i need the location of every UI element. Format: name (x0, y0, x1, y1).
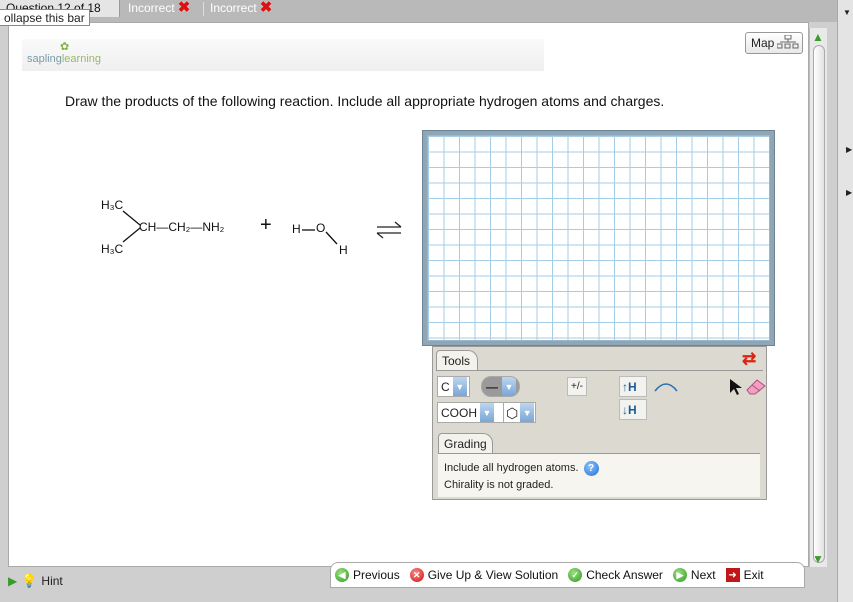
check-icon: ✓ (568, 568, 583, 582)
drawing-canvas[interactable] (427, 135, 770, 341)
add-hydrogen-button[interactable]: ↑H (619, 376, 647, 397)
previous-icon: ◀ (335, 568, 349, 582)
template-value: COOH (441, 405, 477, 420)
scrollbar[interactable]: ▲ ▼ (809, 28, 827, 568)
chevron-down-icon: ▼ (480, 403, 494, 422)
tools-panel: Tools ⇄ C ▼ — ▼ +/- ↑H ↓H COOH ▼ ⬡ ▼ Gra… (432, 346, 767, 500)
scroll-up-icon[interactable]: ▲ (812, 30, 824, 44)
bond-dropdown[interactable]: — ▼ (481, 376, 520, 397)
status-label: Incorrect (128, 1, 175, 15)
map-button[interactable]: Map (745, 32, 803, 54)
status-label: Incorrect (210, 1, 257, 15)
plus-sign: + (260, 214, 272, 236)
chevron-down-icon: ▼ (452, 377, 467, 396)
grading-line-2: Chirality is not graded. (444, 479, 554, 491)
grading-hydrogen-text: Include all hydrogen atoms. (444, 462, 579, 474)
hint-button[interactable]: ▶ 💡 Hint (8, 573, 63, 589)
arrow-tool-icon[interactable] (653, 377, 679, 395)
exit-label: Exit (743, 568, 764, 582)
next-button[interactable]: ▶ Next (672, 568, 716, 582)
element-value: C (441, 379, 450, 394)
reaction-scheme: H₃C CH—CH₂—NH₂ H₃C + H O H (9, 23, 429, 323)
eraser-icon[interactable] (745, 377, 767, 396)
element-dropdown[interactable]: C ▼ (437, 376, 470, 397)
previous-label: Previous (353, 568, 400, 582)
equilibrium-arrow-icon (376, 221, 402, 239)
next-icon: ▶ (672, 568, 687, 582)
chevron-right-icon[interactable]: ▶ (846, 145, 852, 154)
chevron-down-icon[interactable]: ▼ (843, 8, 851, 17)
map-icon (776, 34, 799, 52)
help-icon[interactable]: ? (583, 460, 599, 476)
tab-divider (203, 2, 204, 16)
incorrect-x-icon: ✖ (259, 0, 273, 16)
status-tab-2[interactable]: Incorrect ✖ (210, 0, 273, 16)
hint-label: Hint (41, 574, 63, 588)
water-bonds (302, 229, 338, 245)
navigation-bar: ◀ Previous ✕ Give Up & View Solution ✓ C… (330, 562, 805, 588)
check-answer-button[interactable]: ✓ Check Answer (568, 568, 663, 582)
grading-tab[interactable]: Grading (438, 433, 493, 454)
ring-value: ⬡ (506, 404, 519, 421)
ring-dropdown[interactable]: ⬡ ▼ (503, 402, 536, 423)
drawing-canvas-frame (422, 130, 775, 346)
hint-bulb-icon: 💡 (21, 573, 38, 588)
give-up-icon: ✕ (409, 568, 424, 582)
map-label: Map (751, 36, 775, 50)
charge-button[interactable]: +/- (567, 377, 587, 396)
refresh-icon[interactable]: ⇄ (742, 350, 760, 368)
remove-hydrogen-button[interactable]: ↓H (619, 399, 647, 420)
tools-divider (436, 370, 763, 371)
collapse-bar-button[interactable]: ollapse this bar (0, 9, 90, 26)
grading-info: Include all hydrogen atoms. ? Chirality … (438, 453, 760, 497)
scroll-down-icon[interactable]: ▼ (812, 552, 824, 566)
play-icon: ▶ (8, 574, 18, 588)
grading-line-1: Include all hydrogen atoms. ? (444, 460, 754, 477)
chevron-down-icon: ▼ (520, 403, 535, 422)
question-tab-bar: Question 12 of 18 Incorrect ✖ Incorrect … (0, 0, 837, 22)
chevron-right-icon[interactable]: ▶ (846, 188, 852, 197)
next-label: Next (690, 568, 716, 582)
select-arrow-icon[interactable] (727, 377, 745, 396)
exit-icon: ➜ (725, 568, 740, 582)
previous-button[interactable]: ◀ Previous (335, 568, 400, 582)
incorrect-x-icon: ✖ (177, 0, 191, 16)
exit-button[interactable]: ➜ Exit (725, 568, 764, 582)
tools-tab[interactable]: Tools (436, 350, 478, 371)
chain-label: CH—CH₂—NH₂ (139, 220, 225, 234)
give-up-label: Give Up & View Solution (427, 568, 559, 582)
side-panel-strip: ▼ ▶ ▶ (837, 0, 853, 602)
water-h-label: H (292, 222, 301, 236)
scroll-thumb[interactable] (813, 45, 825, 563)
chevron-down-icon: ▼ (502, 377, 516, 396)
status-tab-1[interactable]: Incorrect ✖ (128, 0, 191, 16)
branch-bonds (122, 210, 141, 243)
bond-value: — (486, 379, 498, 394)
check-label: Check Answer (586, 568, 663, 582)
question-panel: ✿ saplinglearning Map Draw the products … (8, 22, 809, 567)
give-up-button[interactable]: ✕ Give Up & View Solution (409, 568, 559, 582)
